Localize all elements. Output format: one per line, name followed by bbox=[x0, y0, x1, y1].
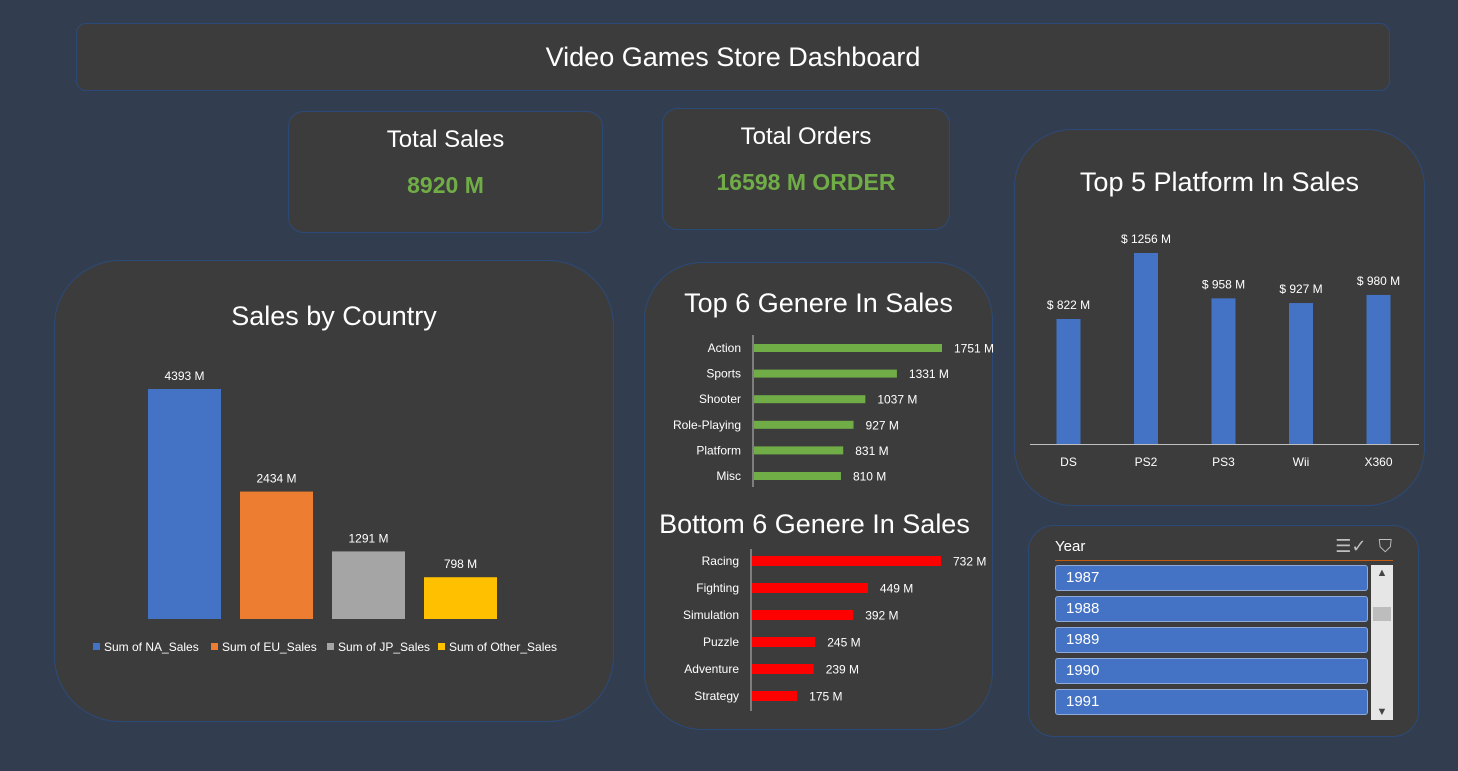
total-sales-value: 8920 M bbox=[407, 172, 484, 198]
country-bar-label: 2434 M bbox=[256, 472, 296, 486]
legend-label: Sum of JP_Sales bbox=[338, 640, 430, 654]
country-bar-label: 798 M bbox=[444, 557, 477, 571]
top-platforms-panel[interactable]: Top 5 Platform In Sales $ 822 M DS $ 1256 … bbox=[1014, 129, 1425, 506]
platform-bar-label: $ 1256 M bbox=[1121, 232, 1171, 246]
bottom-genre-category-label: Strategy bbox=[694, 689, 739, 703]
scroll-thumb[interactable] bbox=[1373, 607, 1391, 621]
legend-label: Sum of EU_Sales bbox=[222, 640, 317, 654]
platform-category-label: PS2 bbox=[1135, 455, 1158, 469]
platform-bar-label: $ 958 M bbox=[1202, 277, 1245, 291]
bottom-genre-bar bbox=[752, 556, 941, 566]
bottom-genre-category-label: Fighting bbox=[696, 581, 739, 595]
top-genre-value-label: 1037 M bbox=[877, 393, 917, 407]
country-bar bbox=[240, 491, 313, 619]
top-genre-category-label: Sports bbox=[706, 367, 741, 381]
platform-bar bbox=[1134, 253, 1158, 444]
platform-bar-label: $ 822 M bbox=[1047, 298, 1090, 312]
country-bar bbox=[424, 577, 497, 619]
bottom-genre-bar bbox=[752, 664, 814, 674]
multi-select-icon[interactable]: ☰✓ bbox=[1335, 536, 1366, 557]
bottom-genre-value-label: 449 M bbox=[880, 582, 913, 596]
legend-swatch bbox=[327, 643, 334, 650]
top-genre-bar bbox=[754, 395, 866, 404]
bottom-genre-bar bbox=[752, 610, 854, 620]
legend-label: Sum of NA_Sales bbox=[104, 640, 199, 654]
legend-swatch bbox=[438, 643, 445, 650]
platform-bar-label: $ 980 M bbox=[1357, 274, 1400, 288]
platform-bar bbox=[1211, 298, 1236, 444]
country-bar bbox=[332, 551, 405, 619]
legend-swatch bbox=[93, 643, 100, 650]
top-genre-bar bbox=[754, 446, 844, 455]
platform-category-label: PS3 bbox=[1212, 455, 1235, 469]
top-genre-category-label: Role-Playing bbox=[673, 418, 741, 432]
bottom-genre-category-label: Racing bbox=[702, 554, 739, 568]
bottom-genre-bar bbox=[752, 691, 798, 701]
slicer-divider bbox=[1055, 560, 1393, 561]
scroll-up-icon[interactable]: ▲ bbox=[1371, 565, 1393, 581]
slicer-scrollbar[interactable]: ▲ ▼ bbox=[1371, 565, 1393, 720]
slicer-item[interactable]: 1987 bbox=[1055, 565, 1368, 591]
slicer-item-list: 1987 1988 1989 1990 1991 bbox=[1055, 565, 1368, 720]
bottom-genre-category-label: Puzzle bbox=[703, 635, 739, 649]
slicer-item[interactable]: 1990 bbox=[1055, 658, 1368, 684]
bottom-genre-value-label: 732 M bbox=[953, 555, 986, 569]
top-genre-category-label: Action bbox=[708, 341, 741, 355]
country-bar bbox=[148, 389, 221, 619]
year-slicer: Year ☰✓ ⛉ 1987 1988 1989 1990 1991 ▲ ▼ bbox=[1028, 525, 1419, 737]
total-orders-label: Total Orders bbox=[740, 123, 872, 150]
legend-swatch bbox=[211, 643, 218, 650]
bottom-genre-category-label: Adventure bbox=[684, 662, 739, 676]
total-sales-card: Total Sales 8920 M bbox=[288, 111, 603, 233]
platform-category-label: Wii bbox=[1293, 455, 1310, 469]
sales-by-country-panel[interactable]: Sales by Country 4393 M 2434 M 1291 M 798 M… bbox=[54, 260, 614, 722]
slicer-item[interactable]: 1991 bbox=[1055, 689, 1368, 715]
bottom-genre-value-label: 239 M bbox=[826, 663, 859, 677]
slicer-item[interactable]: 1988 bbox=[1055, 596, 1368, 622]
top-genre-bar bbox=[754, 420, 854, 429]
platform-bar bbox=[1056, 318, 1081, 444]
top-genre-value-label: 927 M bbox=[866, 418, 899, 432]
top-genre-category-label: Misc bbox=[716, 469, 741, 483]
total-orders-card: Total Orders 16598 M ORDER bbox=[662, 108, 950, 230]
top-genre-value-label: 1751 M bbox=[954, 342, 994, 356]
bottom-genre-value-label: 175 M bbox=[809, 690, 842, 704]
genre-panel[interactable]: Top 6 Genere In Sales Bottom 6 Genere In… bbox=[644, 262, 994, 730]
bottom-genre-category-label: Simulation bbox=[683, 608, 739, 622]
sales-by-country-chart: 4393 M 2434 M 1291 M 798 M Sum of NA_Sales Su… bbox=[93, 369, 557, 654]
platform-bar-label: $ 927 M bbox=[1279, 282, 1322, 296]
bottom-genre-value-label: 392 M bbox=[865, 609, 898, 623]
top-platforms-chart: $ 822 M DS $ 1256 M PS2 $ 958 M PS3 $ 927 M Wii… bbox=[1030, 232, 1419, 469]
top-genre-bar bbox=[754, 344, 942, 352]
bottom-genre-bar bbox=[752, 637, 816, 647]
top-genre-bar bbox=[754, 369, 897, 378]
top-genre-category-label: Platform bbox=[696, 443, 741, 457]
top-genre-bar bbox=[754, 472, 841, 480]
top-genre-value-label: 810 M bbox=[853, 470, 886, 484]
top-genre-value-label: 831 M bbox=[855, 444, 888, 458]
total-orders-value: 16598 M ORDER bbox=[716, 169, 896, 195]
clear-filter-icon[interactable]: ⛉ bbox=[1379, 536, 1393, 557]
platform-bar bbox=[1366, 294, 1391, 444]
bottom-genre-value-label: 245 M bbox=[827, 636, 860, 650]
slicer-header: Year bbox=[1055, 538, 1086, 555]
top-genre-value-label: 1331 M bbox=[909, 367, 949, 381]
legend-label: Sum of Other_Sales bbox=[449, 640, 557, 654]
top-genre-category-label: Shooter bbox=[699, 392, 741, 406]
total-sales-label: Total Sales bbox=[386, 126, 505, 153]
platform-category-label: X360 bbox=[1364, 455, 1392, 469]
country-bar-label: 1291 M bbox=[348, 531, 388, 545]
dashboard-title: Video Games Store Dashboard bbox=[545, 41, 921, 72]
scroll-down-icon[interactable]: ▼ bbox=[1371, 704, 1393, 720]
slicer-item[interactable]: 1989 bbox=[1055, 627, 1368, 653]
genre-charts: Action 1751 M Sports 1331 M Shooter 1037 M Rol… bbox=[673, 335, 994, 711]
platform-bar bbox=[1289, 303, 1313, 444]
dashboard-title-bar: Video Games Store Dashboard bbox=[76, 23, 1390, 91]
bottom-genre-bar bbox=[752, 583, 868, 593]
platform-category-label: DS bbox=[1060, 455, 1077, 469]
country-bar-label: 4393 M bbox=[164, 369, 204, 383]
